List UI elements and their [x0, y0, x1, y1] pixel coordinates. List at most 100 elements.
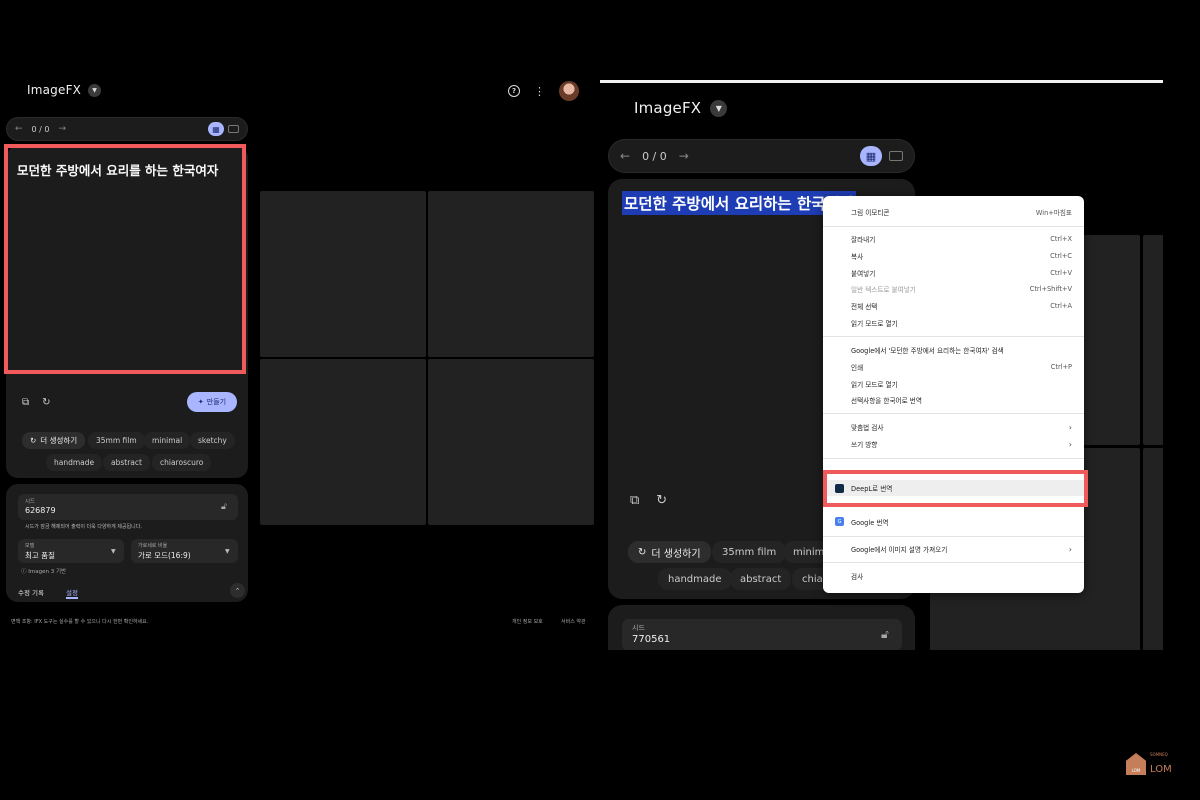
style-chip[interactable]: sketchy	[190, 432, 235, 449]
history-nav: ← 0 / 0 → ▦	[6, 117, 248, 141]
tab-underline	[66, 597, 78, 599]
google-translate-icon: G	[835, 517, 844, 526]
make-button-label: 만들기	[206, 398, 227, 406]
seed-label: 시드	[632, 624, 645, 632]
style-chip[interactable]: chiaroscuro	[152, 454, 212, 471]
arrow-left-icon[interactable]: ←	[620, 149, 630, 163]
grid-view-icon[interactable]: ▦	[860, 146, 882, 166]
style-chip[interactable]: handmade	[46, 454, 103, 471]
more-generate-chip[interactable]: ↻ 더 생성하기	[22, 432, 86, 449]
menu-item-paste-plain[interactable]: 일반 텍스트로 붙여넣기 Ctrl+Shift+V	[823, 281, 1084, 297]
quality-value: 최고 품질	[25, 551, 55, 560]
menu-item-spellcheck[interactable]: 맞춤법 검사 ›	[823, 419, 1084, 435]
menu-item-label: Google에서 '모던한 주방에서 요리하는 한국여자' 검색	[851, 347, 1004, 355]
menu-item-label: 인쇄	[851, 364, 864, 372]
menu-item-reading-mode-2[interactable]: 읽기 모드로 열기	[823, 376, 1084, 392]
single-view-icon[interactable]	[228, 125, 239, 133]
unlock-icon[interactable]: 🔓︎	[221, 502, 227, 512]
footer-privacy-link[interactable]: 개인 정보 보호	[512, 618, 543, 625]
menu-item-label: Google 번역	[851, 519, 889, 527]
refresh-icon[interactable]: ↻	[656, 493, 667, 508]
unlock-icon[interactable]: 🔓︎	[881, 627, 889, 642]
menu-item-google-search[interactable]: Google에서 '모던한 주방에서 요리하는 한국여자' 검색	[823, 342, 1084, 358]
aspect-value: 가로 모드(16:9)	[138, 551, 191, 560]
menu-item-shortcut: Win+마침표	[1035, 209, 1072, 217]
menu-item-cut[interactable]: 잘라내기 Ctrl+X	[823, 231, 1084, 247]
view-toggle: ▦	[208, 122, 239, 136]
menu-item-google-translate[interactable]: Google 번역	[823, 514, 1084, 530]
chevron-down-icon[interactable]: ▼	[88, 83, 102, 97]
copy-icon[interactable]: ⧉	[22, 397, 29, 408]
refresh-icon: ↻	[30, 436, 37, 445]
avatar[interactable]	[559, 81, 579, 101]
image-tile[interactable]	[428, 191, 594, 357]
menu-item-paste[interactable]: 붙여넣기 Ctrl+V	[823, 265, 1084, 281]
help-icon[interactable]: ?	[508, 85, 520, 97]
more-vert-icon[interactable]: ⋮	[534, 86, 545, 97]
menu-item-shortcut: Ctrl+C	[1050, 252, 1072, 260]
refresh-icon[interactable]: ↻	[42, 397, 50, 408]
menu-item-emoji[interactable]: 그림 이모티콘 Win+마침표	[823, 204, 1084, 220]
menu-item-inspect[interactable]: 검사	[823, 568, 1084, 584]
chevron-down-icon[interactable]: ▼	[710, 99, 728, 117]
prompt-input[interactable]: 모던한 주방에서 요리를 하는 한국여자	[17, 160, 218, 179]
style-chip[interactable]: minimal	[144, 432, 191, 449]
style-chip[interactable]: abstract	[730, 568, 792, 590]
style-chip[interactable]: handmade	[658, 568, 732, 590]
menu-item-print[interactable]: 인쇄 Ctrl+P	[823, 359, 1084, 375]
menu-item-label: 잘라내기	[851, 236, 876, 244]
menu-item-label: 맞춤법 검사	[851, 424, 884, 432]
make-button[interactable]: ✦ 만들기	[187, 392, 237, 412]
seed-note: 시드가 잠금 해제되어 출력이 더욱 다양하게 제공됩니다.	[25, 524, 142, 530]
menu-separator	[823, 336, 1084, 337]
more-generate-chip[interactable]: ↻ 더 생성하기	[628, 541, 711, 563]
footer-terms-link[interactable]: 서비스 약관	[561, 618, 586, 625]
image-tile[interactable]	[1143, 448, 1163, 650]
nav-count: 0 / 0	[642, 149, 667, 163]
image-tile[interactable]	[260, 191, 426, 357]
sparkle-icon: ✦	[197, 398, 204, 406]
app-title: ImageFX	[27, 83, 82, 97]
menu-item-label: 읽기 모드로 열기	[851, 320, 898, 328]
menu-item-writing-direction[interactable]: 쓰기 방향 ›	[823, 436, 1084, 452]
menu-item-reading-mode[interactable]: 읽기 모드로 열기	[823, 315, 1084, 331]
menu-item-image-description[interactable]: Google에서 이미지 설명 가져오기 ›	[823, 541, 1084, 557]
menu-item-copy[interactable]: 복사 Ctrl+C	[823, 248, 1084, 264]
watermark-sub: SOMNEQ	[1150, 752, 1168, 757]
menu-separator	[823, 536, 1084, 537]
logo-text: LOM	[1131, 768, 1141, 773]
style-chip[interactable]: 35mm film	[712, 541, 787, 563]
menu-separator	[823, 226, 1084, 227]
menu-separator	[823, 458, 1084, 459]
arrow-right-icon[interactable]: →	[59, 124, 67, 134]
single-view-icon[interactable]	[889, 151, 903, 161]
copy-icon[interactable]: ⧉	[630, 493, 639, 508]
menu-item-translate-selection[interactable]: 선택사항을 한국어로 번역	[823, 392, 1084, 408]
seed-label: 시드	[25, 499, 36, 505]
menu-item-select-all[interactable]: 전체 선택 Ctrl+A	[823, 298, 1084, 314]
seed-value: 626879	[25, 506, 56, 515]
info-icon: ⓘ	[21, 569, 27, 575]
menu-item-label: 복사	[851, 253, 864, 261]
caret-down-icon: ▼	[225, 548, 230, 555]
deepl-highlight-box	[823, 470, 1088, 507]
image-tile[interactable]	[260, 359, 426, 525]
chip-label: 더 생성하기	[651, 548, 701, 560]
menu-item-shortcut: Ctrl+V	[1050, 269, 1072, 277]
footer-disclaimer: 면책 조항: IFX 도구는 실수를 할 수 있으니 다시 한번 확인하세요.	[11, 619, 149, 625]
arrow-left-icon[interactable]: ←	[15, 124, 23, 134]
style-chip[interactable]: abstract	[103, 454, 150, 471]
arrow-right-icon[interactable]: →	[679, 149, 689, 163]
style-chip[interactable]: 35mm film	[88, 432, 145, 449]
tab-history[interactable]: 수정 기록	[18, 587, 44, 597]
image-tile[interactable]	[428, 359, 594, 525]
watermark: LOM SOMNEQ LOM	[1126, 752, 1172, 776]
menu-separator	[823, 562, 1084, 563]
menu-item-shortcut: Ctrl+Shift+V	[1029, 285, 1072, 293]
image-tile[interactable]	[1143, 235, 1163, 445]
watermark-text-block: SOMNEQ LOM	[1150, 752, 1172, 776]
grid-view-icon[interactable]: ▦	[208, 122, 224, 136]
collapse-icon[interactable]: ⌃	[230, 583, 245, 598]
tab-settings[interactable]: 설정	[66, 587, 78, 597]
prompt-input-selected[interactable]: 모던한 주방에서 요리하는 한국여자	[622, 191, 857, 215]
